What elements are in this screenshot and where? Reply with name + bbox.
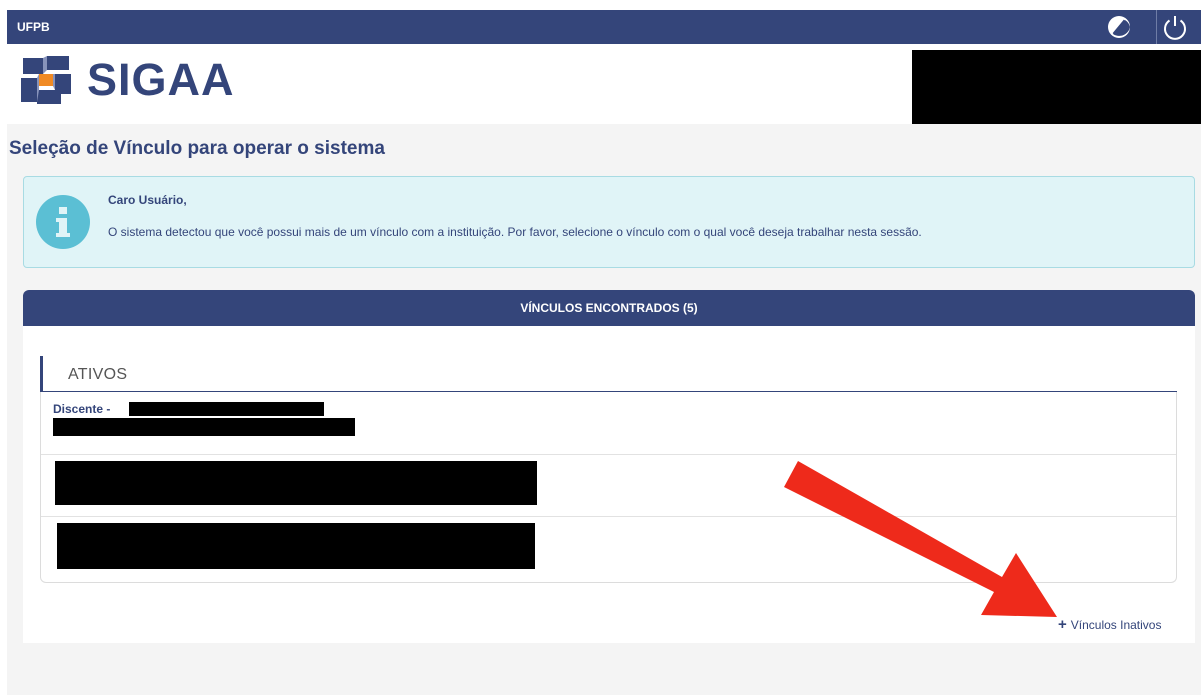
page-title: Seleção de Vínculo para operar o sistema xyxy=(9,138,385,159)
redacted-text xyxy=(55,461,537,505)
info-text: O sistema detectou que você possui mais … xyxy=(108,225,922,239)
vinculos-panel: VÍNCULOS ENCONTRADOS (5) ATIVOS Discente… xyxy=(23,290,1195,643)
active-group: ATIVOS Discente - xyxy=(40,356,1177,583)
list-item[interactable]: Discente - xyxy=(41,392,1176,455)
redacted-user-info xyxy=(912,50,1201,130)
redacted-text xyxy=(57,523,535,569)
active-group-header: ATIVOS xyxy=(40,356,1177,392)
info-message: Caro Usuário, O sistema detectou que voc… xyxy=(23,176,1195,268)
redacted-text xyxy=(53,418,355,436)
active-group-title: ATIVOS xyxy=(68,366,128,383)
main-content: Seleção de Vínculo para operar o sistema… xyxy=(7,124,1201,695)
logo-text: SIGAA xyxy=(87,54,235,105)
active-group-list: Discente - xyxy=(40,392,1177,583)
redacted-text xyxy=(129,402,324,416)
list-item[interactable] xyxy=(41,455,1176,517)
contrast-button[interactable] xyxy=(1100,10,1138,44)
power-icon xyxy=(1164,16,1186,40)
contrast-icon xyxy=(1108,16,1130,38)
inactive-vinculos-link[interactable]: + Vínculos Inativos xyxy=(1058,616,1162,633)
sigaa-logo-icon xyxy=(21,56,71,104)
inactive-vinculos-label[interactable]: Vínculos Inativos xyxy=(1071,618,1162,632)
top-bar: UFPB xyxy=(7,10,1201,44)
sigaa-logo[interactable]: SIGAA xyxy=(19,52,235,108)
header: SIGAA xyxy=(7,44,1201,130)
logout-button[interactable] xyxy=(1156,10,1194,44)
info-title: Caro Usuário, xyxy=(108,193,187,207)
vinculo-label[interactable]: Discente - xyxy=(53,402,110,416)
info-icon xyxy=(36,195,90,249)
list-item[interactable] xyxy=(41,517,1176,581)
plus-icon: + xyxy=(1058,616,1067,633)
institution-name: UFPB xyxy=(17,20,50,34)
panel-header: VÍNCULOS ENCONTRADOS (5) xyxy=(23,290,1195,326)
